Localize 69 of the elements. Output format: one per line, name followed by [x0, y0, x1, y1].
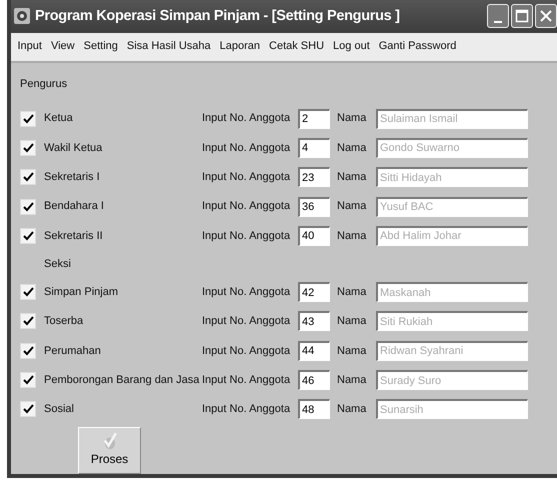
field-label: Nama [337, 199, 368, 214]
menu-item[interactable]: Log out [328, 38, 374, 55]
checkbox-label: Pemborongan Barang dan Jasa [44, 372, 200, 388]
checkbox-label: Sosial [44, 402, 75, 418]
maximize-icon [515, 9, 529, 24]
checkbox[interactable] [20, 110, 36, 127]
close-icon [539, 9, 553, 24]
field-label: Nama [337, 170, 368, 186]
checkbox[interactable] [20, 313, 36, 330]
checkbox[interactable] [20, 284, 36, 300]
field-label: Nama [337, 402, 368, 418]
field-label: Input No. Anggota [202, 140, 292, 156]
member-number-field[interactable]: 2 [298, 108, 330, 129]
group-title: Pengurus [20, 76, 68, 92]
menu-item[interactable]: Cetak SHU [264, 38, 329, 55]
menu-item[interactable]: Laporan [215, 38, 265, 55]
field-label: Input No. Anggota [202, 228, 292, 244]
field-label: Input No. Anggota [202, 314, 292, 330]
checkbox-label: Wakil Ketua [44, 140, 104, 156]
checkbox-label: Simpan Pinjam [44, 284, 119, 300]
member-number-field[interactable]: 44 [298, 340, 330, 361]
checkbox-label: Sekretaris II [44, 228, 104, 244]
member-number-field[interactable]: 23 [298, 167, 330, 188]
field-label: Input No. Anggota [202, 402, 292, 418]
checkbox-label: Toserba [44, 314, 84, 330]
field-label: Nama [337, 228, 368, 244]
minimize-icon [494, 21, 502, 24]
field-label: Nama [337, 284, 368, 300]
maximize-button[interactable] [511, 4, 533, 28]
field-label: Input No. Anggota [202, 372, 292, 388]
menu-item[interactable]: Input [13, 38, 46, 55]
checkbox[interactable] [20, 169, 36, 186]
checkbox[interactable] [20, 198, 36, 215]
checkbox[interactable] [20, 401, 36, 418]
checkbox[interactable] [20, 140, 36, 156]
menu-item[interactable]: View [46, 38, 80, 55]
field-label: Input No. Anggota [202, 344, 292, 358]
app-icon [13, 7, 31, 26]
member-number-field[interactable]: 40 [298, 226, 330, 246]
menu-item[interactable]: Setting [79, 38, 122, 55]
menu-item[interactable]: Sisa Hasil Usaha [122, 38, 216, 55]
minimize-button[interactable] [487, 4, 509, 28]
checkbox-label: Perumahan [44, 344, 102, 358]
checkbox-label: Sekretaris I [44, 170, 101, 186]
field-label: Nama [337, 314, 368, 330]
section-label: Seksi [44, 256, 72, 272]
field-label: Nama [337, 344, 368, 358]
close-button[interactable] [535, 4, 557, 28]
checkbox-label: Bendahara I [44, 199, 105, 214]
checkbox[interactable] [20, 342, 36, 359]
member-number-field[interactable]: 36 [298, 196, 330, 217]
member-number-field[interactable]: 48 [298, 399, 330, 420]
member-number-field[interactable]: 46 [298, 370, 330, 390]
member-number-field[interactable]: 4 [298, 138, 330, 158]
field-label: Nama [337, 140, 368, 156]
checkbox[interactable] [20, 372, 36, 388]
window-title: Program Koperasi Simpan Pinjam - [Setting Pengurus ] [35, 6, 400, 26]
field-label: Input No. Anggota [202, 111, 292, 126]
field-label: Input No. Anggota [202, 170, 292, 186]
field-label: Input No. Anggota [202, 284, 292, 300]
process-button[interactable]: Proses [78, 427, 141, 474]
member-number-field[interactable]: 42 [298, 282, 330, 302]
member-number-field[interactable]: 43 [298, 311, 330, 332]
checkbox-label: Ketua [44, 111, 74, 126]
field-label: Nama [337, 372, 368, 388]
checkbox[interactable] [20, 228, 36, 244]
menu-item[interactable]: Ganti Password [374, 38, 461, 55]
field-label: Nama [337, 111, 368, 126]
field-label: Input No. Anggota [202, 199, 292, 214]
